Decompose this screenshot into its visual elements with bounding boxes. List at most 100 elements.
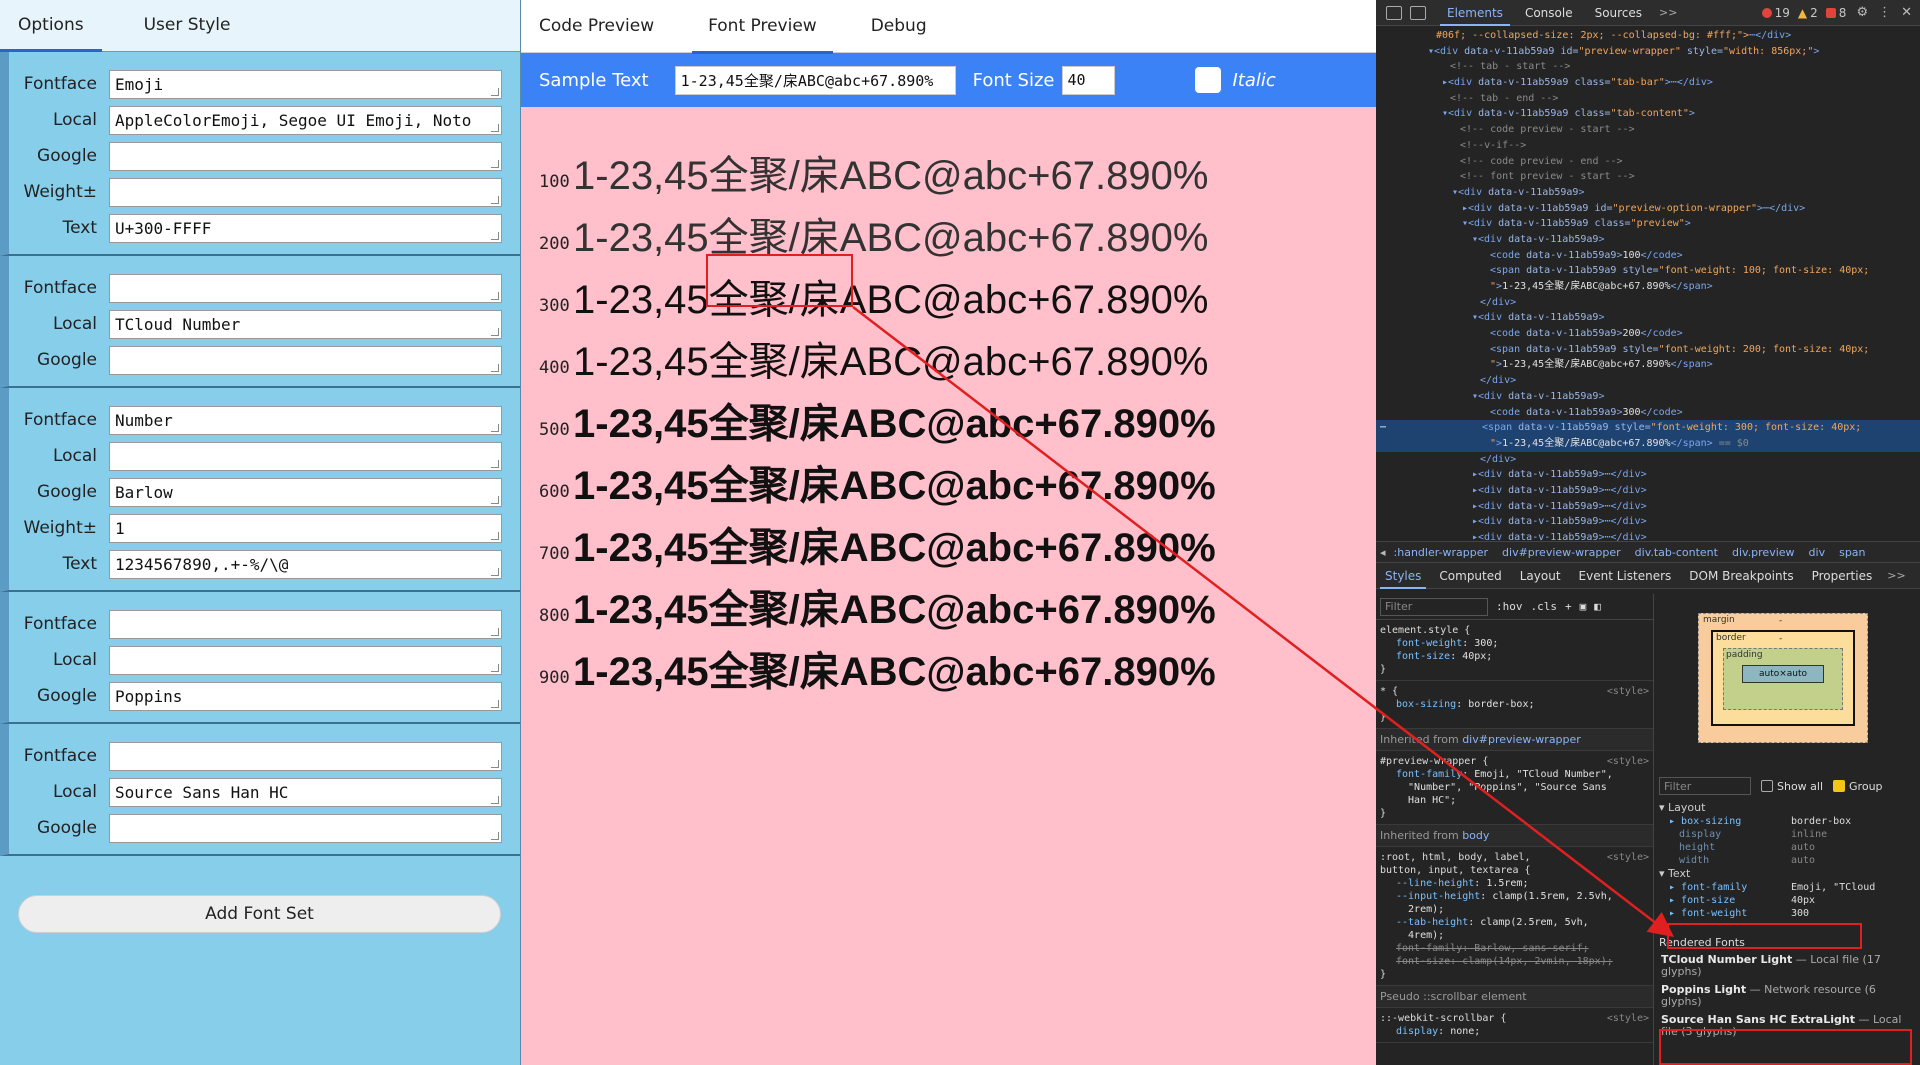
font-size-input[interactable]: 40: [1061, 65, 1115, 95]
fontset-field-input[interactable]: [109, 645, 502, 675]
tab-code-preview[interactable]: Code Preview: [523, 0, 670, 53]
dom-line[interactable]: ▸<div data-v-11ab59a9>⋯</div>: [1376, 467, 1920, 483]
dom-line[interactable]: #06f; --collapsed-size: 2px; --collapsed…: [1376, 28, 1920, 44]
dom-line[interactable]: ▸<div data-v-11ab59a9 id="preview-option…: [1376, 201, 1920, 217]
more-subtabs-chevron-icon[interactable]: >>: [1881, 569, 1911, 582]
breadcrumb-scroll-left-icon[interactable]: ◂: [1380, 546, 1386, 559]
computed-group-layout[interactable]: ▾ Layout: [1655, 801, 1920, 815]
dom-line[interactable]: ▸<div data-v-11ab59a9 class="tab-bar">⋯<…: [1376, 75, 1920, 91]
tab-dom-breakpoints[interactable]: DOM Breakpoints: [1680, 563, 1802, 589]
dom-line[interactable]: <!--v-if-->: [1376, 138, 1920, 154]
computed-row[interactable]: width auto: [1655, 854, 1920, 867]
tab-styles[interactable]: Styles: [1376, 563, 1430, 589]
fontset-field-input[interactable]: Barlow: [109, 477, 502, 507]
fontset-field-input[interactable]: U+300-FFFF: [109, 213, 502, 243]
tab-computed[interactable]: Computed: [1430, 563, 1510, 589]
dom-line[interactable]: <!-- tab - start -->: [1376, 59, 1920, 75]
device-toolbar-icon[interactable]: [1410, 5, 1426, 20]
more-tabs-chevron-icon[interactable]: >>: [1653, 6, 1683, 19]
styles-filter-input[interactable]: Filter: [1380, 597, 1488, 616]
dom-line[interactable]: <code data-v-11ab59a9>200</code>: [1376, 326, 1920, 342]
dom-line[interactable]: </div>: [1376, 373, 1920, 389]
dom-line[interactable]: ▸<div data-v-11ab59a9>⋯</div>: [1376, 483, 1920, 499]
dom-line[interactable]: <!-- tab - end -->: [1376, 91, 1920, 107]
fontset-field-input[interactable]: [109, 345, 502, 375]
computed-row[interactable]: ▸ font-size 40px: [1655, 894, 1920, 907]
computed-row[interactable]: ▸ font-weight 300: [1655, 907, 1920, 920]
fontset-field-input[interactable]: Source Sans Han HC: [109, 777, 502, 807]
devtools-tab-console[interactable]: Console: [1514, 0, 1584, 26]
devtools-tab-elements[interactable]: Elements: [1436, 0, 1514, 26]
dom-line[interactable]: <span data-v-11ab59a9 style="font-weight…: [1376, 263, 1920, 279]
breadcrumb-item[interactable]: div: [1809, 546, 1826, 559]
fontset-field-input[interactable]: Emoji: [109, 69, 502, 99]
computed-row[interactable]: display inline: [1655, 828, 1920, 841]
expand-arrow-icon[interactable]: ▸: [1669, 908, 1681, 919]
fontset-field-input[interactable]: 1234567890,.+-%/\@: [109, 549, 502, 579]
computed-row[interactable]: height auto: [1655, 841, 1920, 854]
group-checkbox[interactable]: [1833, 780, 1846, 792]
expand-arrow-icon[interactable]: ▸: [1669, 816, 1681, 827]
dom-line[interactable]: ▸<div data-v-11ab59a9>⋯</div>: [1376, 514, 1920, 530]
dom-line[interactable]: ▾<div data-v-11ab59a9>: [1376, 185, 1920, 201]
tab-layout[interactable]: Layout: [1511, 563, 1570, 589]
sample-text-input[interactable]: 1-23,45全聚/㦿ABC@abc+67.890%: [674, 65, 956, 95]
style-rule[interactable]: #preview-wrapper {<style> font-family: E…: [1376, 751, 1653, 825]
breadcrumb-item[interactable]: span: [1839, 546, 1865, 559]
dom-line[interactable]: <!-- code preview - end -->: [1376, 154, 1920, 170]
element-state-icon[interactable]: ▣: [1580, 600, 1587, 613]
fontset-field-input[interactable]: Poppins: [109, 681, 502, 711]
fontset-field-input[interactable]: AppleColorEmoji, Segoe UI Emoji, Noto: [109, 105, 502, 135]
style-rule[interactable]: :root, html, body, label, <style> button,…: [1376, 847, 1653, 986]
dom-line-selected[interactable]: ">1-23,45全聚/㦿ABC@abc+67.890%</span> == $…: [1376, 435, 1920, 452]
show-all-checkbox[interactable]: [1761, 780, 1773, 792]
computed-group-text[interactable]: ▾ Text: [1655, 867, 1920, 881]
fontset-field-input[interactable]: [109, 609, 502, 639]
settings-gear-icon[interactable]: ⚙: [1856, 5, 1868, 20]
devtools-tab-sources[interactable]: Sources: [1584, 0, 1653, 26]
computed-row[interactable]: ▸ box-sizing border-box: [1655, 815, 1920, 828]
sidebar-toggle-icon[interactable]: ◧: [1594, 600, 1601, 613]
fontset-field-input[interactable]: Number: [109, 405, 502, 435]
dom-line[interactable]: ▾<div data-v-11ab59a9>: [1376, 232, 1920, 248]
tab-event-listeners[interactable]: Event Listeners: [1570, 563, 1681, 589]
fontset-field-input[interactable]: [109, 141, 502, 171]
inspect-element-icon[interactable]: [1386, 5, 1402, 20]
fontset-field-input[interactable]: 1: [109, 513, 502, 543]
dom-line[interactable]: <span data-v-11ab59a9 style="font-weight…: [1376, 342, 1920, 358]
tab-properties[interactable]: Properties: [1803, 563, 1882, 589]
dom-line[interactable]: ▾<div data-v-11ab59a9 class="preview">: [1376, 216, 1920, 232]
breadcrumb-item[interactable]: div.tab-content: [1635, 546, 1718, 559]
tab-user-style[interactable]: User Style: [126, 0, 249, 51]
fontset-field-input[interactable]: [109, 273, 502, 303]
dom-line-selected[interactable]: ⋯ <span data-v-11ab59a9 style="font-weigh…: [1376, 420, 1920, 436]
fontset-field-input[interactable]: TCloud Number: [109, 309, 502, 339]
dom-line[interactable]: <!-- font preview - start -->: [1376, 169, 1920, 185]
dom-tree[interactable]: #06f; --collapsed-size: 2px; --collapsed…: [1376, 26, 1920, 541]
computed-filter-input[interactable]: Filter: [1659, 777, 1751, 795]
fontset-field-input[interactable]: [109, 177, 502, 207]
dom-line[interactable]: <!-- code preview - start -->: [1376, 122, 1920, 138]
tab-font-preview[interactable]: Font Preview: [692, 0, 833, 54]
computed-row[interactable]: ▸ font-family Emoji, "TCloud: [1655, 881, 1920, 894]
breadcrumb-item[interactable]: div.preview: [1732, 546, 1795, 559]
tab-debug[interactable]: Debug: [855, 0, 943, 53]
dom-line[interactable]: ▾<div data-v-11ab59a9 class="tab-content…: [1376, 106, 1920, 122]
tab-options[interactable]: Options: [0, 0, 102, 52]
style-rule[interactable]: element.style { font-weight: 300; font-s…: [1376, 620, 1653, 681]
italic-checkbox[interactable]: [1194, 67, 1221, 93]
dom-line[interactable]: <code data-v-11ab59a9>100</code>: [1376, 248, 1920, 264]
dom-line[interactable]: </div>: [1376, 295, 1920, 311]
fontset-field-input[interactable]: [109, 741, 502, 771]
dom-line[interactable]: ▾<div data-v-11ab59a9>: [1376, 310, 1920, 326]
fontset-field-input[interactable]: [109, 813, 502, 843]
kebab-menu-icon[interactable]: ⋮: [1878, 5, 1891, 20]
add-rule-icon[interactable]: +: [1565, 600, 1572, 613]
breadcrumb-item[interactable]: div#preview-wrapper: [1502, 546, 1621, 559]
breadcrumb-item[interactable]: :handler-wrapper: [1394, 546, 1489, 559]
add-font-set-button[interactable]: Add Font Set: [18, 895, 501, 933]
cls-toggle[interactable]: .cls: [1531, 600, 1558, 613]
dom-line[interactable]: ▾<div data-v-11ab59a9 id="preview-wrappe…: [1376, 44, 1920, 60]
style-rule[interactable]: ::-webkit-scrollbar {<style> display: no…: [1376, 1008, 1653, 1043]
style-rule[interactable]: * {<style> box-sizing: border-box; }: [1376, 681, 1653, 729]
